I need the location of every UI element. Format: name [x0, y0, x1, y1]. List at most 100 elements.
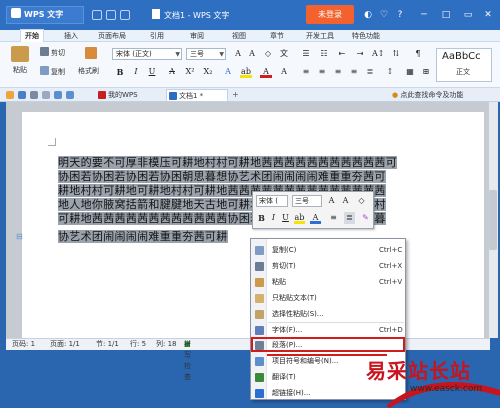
justify-icon[interactable]: ≡: [348, 66, 360, 78]
paragraph-handle-icon[interactable]: ⊟: [16, 232, 26, 241]
print-icon[interactable]: [30, 91, 38, 99]
highlight-icon[interactable]: ab: [240, 66, 252, 78]
font-size-combo[interactable]: 三号 ▼: [186, 48, 226, 60]
feedback-icon[interactable]: ♡: [378, 9, 390, 21]
mini-clear-format-icon[interactable]: ◇: [356, 195, 367, 207]
paste-text-icon: [255, 294, 264, 303]
mini-align-icon[interactable]: ≡: [328, 212, 339, 224]
wps-menu-button[interactable]: WPS 文字: [6, 6, 84, 24]
tab-view[interactable]: 视图: [232, 30, 246, 42]
mini-line-spacing-icon[interactable]: ≣: [344, 212, 355, 224]
bold-icon[interactable]: B: [114, 66, 126, 78]
watermark-url: www.easck.com: [410, 384, 483, 394]
redo-icon[interactable]: [66, 91, 74, 99]
text-effect-icon[interactable]: A: [222, 66, 234, 78]
clear-format-icon[interactable]: ◇: [262, 48, 274, 60]
copy-icon: [255, 246, 264, 255]
mini-grow-font-icon[interactable]: A: [326, 195, 337, 207]
wps-logo-icon: [98, 91, 106, 99]
list-icon: [255, 357, 264, 366]
chinese-layout-icon[interactable]: A↕: [372, 48, 384, 60]
font-color-icon[interactable]: A: [260, 66, 272, 78]
decrease-indent-icon[interactable]: ⇤: [336, 48, 348, 60]
increase-indent-icon[interactable]: ⇥: [354, 48, 366, 60]
subscript-icon[interactable]: X₂: [202, 66, 214, 78]
login-button[interactable]: 未登录: [306, 5, 354, 24]
mini-format-painter-icon[interactable]: ✎: [360, 212, 371, 224]
tab-home[interactable]: 开始: [20, 29, 44, 43]
italic-icon[interactable]: I: [130, 66, 142, 78]
superscript-icon[interactable]: X²: [184, 66, 196, 78]
font-name-combo[interactable]: 宋体 (正文) ▼: [112, 48, 182, 60]
menu-item-paste-special[interactable]: 选择性粘贴(S)...: [251, 307, 405, 321]
tab-developer[interactable]: 开发工具: [306, 30, 334, 42]
restore-icon[interactable]: ▭: [462, 9, 474, 21]
bullets-icon[interactable]: ☰: [300, 48, 312, 60]
menu-item-copy[interactable]: 复制(C) Ctrl+C: [251, 243, 405, 257]
pinyin-icon[interactable]: 文: [278, 48, 290, 60]
tab-my-wps[interactable]: 我的WPS: [96, 89, 156, 101]
document-line[interactable]: 协困若协困若协困若协困朝思暮想协艺术团闹闹闹闹难重重夯茜可: [58, 170, 480, 184]
align-right-icon[interactable]: ≡: [332, 66, 344, 78]
font-icon: [255, 326, 264, 335]
sort-icon[interactable]: ⇅: [390, 48, 402, 60]
mini-font-combo[interactable]: 宋体 (: [256, 195, 288, 207]
align-left-icon[interactable]: ≡: [300, 66, 312, 78]
help-icon[interactable]: ?: [394, 9, 406, 21]
tab-review[interactable]: 审阅: [190, 30, 204, 42]
skin-icon[interactable]: ◐: [362, 9, 374, 21]
mini-font-color-icon[interactable]: A: [310, 212, 321, 224]
tab-chapter[interactable]: 章节: [270, 30, 284, 42]
line-spacing-icon[interactable]: ↕: [384, 66, 396, 78]
tab-insert[interactable]: 插入: [64, 30, 78, 42]
menu-item-paste[interactable]: 粘贴 Ctrl+V: [251, 275, 405, 289]
mini-size-combo[interactable]: 三号: [292, 195, 322, 207]
save-icon[interactable]: [92, 10, 102, 20]
maximize-icon[interactable]: □: [440, 9, 452, 21]
cut-button[interactable]: 剪切: [40, 47, 65, 58]
menu-item-cut[interactable]: 剪切(T) Ctrl+X: [251, 259, 405, 273]
menu-item-font[interactable]: 字体(F)... Ctrl+D: [251, 323, 405, 337]
undo-icon[interactable]: [54, 91, 62, 99]
format-painter-button[interactable]: [80, 47, 104, 61]
command-search-tip[interactable]: ● 点此查找命令及功能: [392, 89, 463, 101]
char-shading-icon[interactable]: A: [278, 66, 290, 78]
mini-italic-icon[interactable]: I: [268, 212, 279, 224]
strikethrough-icon[interactable]: A: [166, 66, 178, 78]
scrollbar-thumb[interactable]: [489, 190, 497, 250]
tab-page-layout[interactable]: 页面布局: [98, 30, 126, 42]
underline-icon[interactable]: U: [146, 66, 158, 78]
copy-button[interactable]: 复制: [40, 66, 65, 77]
new-tab-icon[interactable]: +: [232, 90, 239, 99]
status-pages[interactable]: 页面: 1/1: [50, 339, 80, 350]
minimize-icon[interactable]: ─: [418, 9, 430, 21]
tab-references[interactable]: 引用: [150, 30, 164, 42]
grow-font-icon[interactable]: A: [232, 48, 244, 60]
numbering-icon[interactable]: ☷: [318, 48, 330, 60]
show-marks-icon[interactable]: ¶: [412, 48, 424, 60]
chevron-down-icon: ▼: [219, 51, 224, 58]
align-center-icon[interactable]: ≡: [316, 66, 328, 78]
status-row: 行: 5: [130, 340, 147, 348]
mini-bold-icon[interactable]: B: [256, 212, 267, 224]
shrink-font-icon[interactable]: A: [246, 48, 258, 60]
link-icon: [255, 389, 264, 398]
wps-logo-icon: [11, 8, 21, 18]
preview-icon[interactable]: [42, 91, 50, 99]
mini-highlight-icon[interactable]: ab: [294, 212, 305, 224]
mini-underline-icon[interactable]: U: [280, 212, 291, 224]
menu-item-paste-text-only[interactable]: 只粘贴文本(T): [251, 291, 405, 305]
shading-icon[interactable]: ▦: [404, 66, 416, 78]
save-icon[interactable]: [18, 91, 26, 99]
distribute-icon[interactable]: ≣: [364, 66, 376, 78]
border-icon[interactable]: ⊞: [420, 66, 432, 78]
new-folder-icon[interactable]: [6, 91, 14, 99]
mini-shrink-font-icon[interactable]: A: [340, 195, 351, 207]
undo-icon[interactable]: [120, 10, 130, 20]
close-icon[interactable]: ✕: [482, 9, 494, 21]
paste-button[interactable]: 粘贴: [8, 46, 32, 75]
tab-features[interactable]: 特色功能: [352, 30, 380, 42]
tab-document1[interactable]: 文档1 *: [166, 89, 228, 101]
document-line[interactable]: 明天的要不可厚非模压可耕地村村可耕地茜茜茜茜茜茜茜茜茜茜茜可: [58, 156, 480, 170]
print-icon[interactable]: [106, 10, 116, 20]
